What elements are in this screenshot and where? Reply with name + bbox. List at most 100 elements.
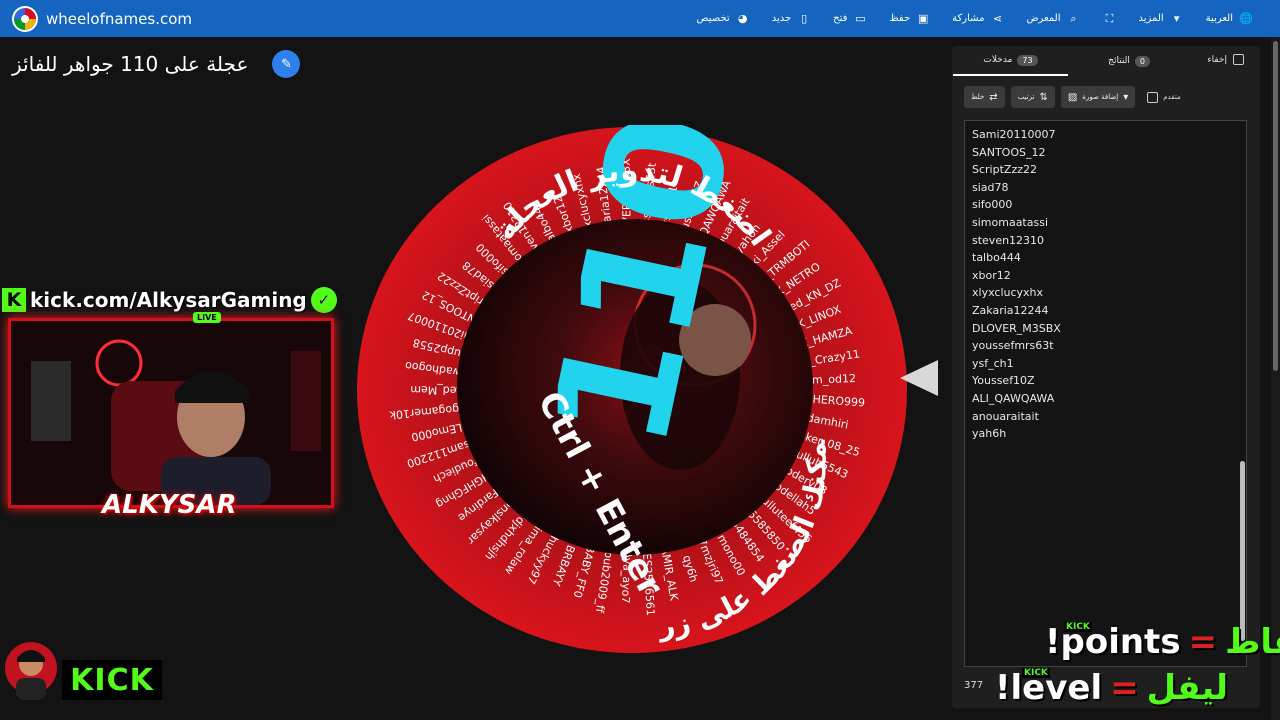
nav-label: العربية: [1205, 13, 1233, 24]
entries-textarea[interactable]: Sami20110007 SANTOOS_12 ScriptZzz22 siad78 s…: [964, 120, 1247, 667]
tab-label: النتائج: [1108, 56, 1130, 66]
tab-results[interactable]: 0 النتائج: [1098, 46, 1160, 76]
equals-sign: =: [1188, 622, 1218, 662]
entry-item: Zakaria12244: [972, 303, 1049, 317]
wheel-entry-label: Red_Mem: [410, 383, 464, 397]
new-file-icon: ▯: [801, 12, 808, 25]
points-command-ar: نقاط: [1225, 622, 1280, 662]
nav-new[interactable]: ▯ جديد: [761, 12, 822, 25]
entry-item: yah6h: [972, 427, 1007, 441]
top-nav-bar: wheelofnames.com 🌐 العربية ▾ المزيد ⛶ ⌕ الم…: [0, 0, 1280, 37]
version-text: 377: [964, 680, 984, 691]
entries-list: Sami20110007 SANTOOS_12 ScriptZzz22 siad78 s…: [972, 126, 1239, 443]
streamer-name: ALKYSAR: [102, 490, 237, 520]
kick-k-icon: K: [2, 288, 26, 312]
edit-title-button[interactable]: ✎: [272, 50, 301, 78]
site-name: wheelofnames.com: [46, 9, 193, 28]
entry-item: talbo444: [972, 251, 1021, 265]
add-image-button[interactable]: ▾ إضافة صورة ▨: [1060, 86, 1136, 108]
entry-item: DLOVER_M3SBX: [972, 321, 1061, 335]
wheel[interactable]: Sami20110007 SANTOOS_12 ScriptZzz22 siad78 s…: [344, 96, 910, 655]
entry-item: Youssef10Z: [972, 374, 1035, 388]
shuffle-icon: ⇄: [989, 91, 998, 103]
page-title: عجلة على 110 جواهر للفائز: [12, 52, 249, 76]
advanced-label: متقدم: [1163, 93, 1181, 101]
palette-icon: ◕: [737, 12, 748, 25]
webcam-scene: [11, 321, 331, 505]
nav-gallery[interactable]: ⌕ المعرض: [1015, 12, 1091, 26]
entries-scrollbar[interactable]: [1239, 125, 1245, 641]
advanced-checkbox[interactable]: [1147, 91, 1159, 103]
mini-kick-badge: KICK: [1022, 668, 1050, 678]
shuffle-label: خلط: [971, 93, 985, 101]
caret-down-icon: ▾: [1173, 12, 1180, 25]
kick-url-text: kick.com/AlkysarGaming: [30, 288, 307, 312]
nav-label: حفظ: [889, 13, 911, 24]
sort-label: ترتيب: [1017, 93, 1035, 101]
nav-share[interactable]: ⋖ مشاركة: [941, 12, 1015, 25]
entries-toolbar: ⇄ خلط ⇅ ترتيب ▾ إضافة صورة ▨ متقدم: [964, 86, 1181, 108]
nav-fullscreen[interactable]: ⛶: [1092, 12, 1128, 26]
nav-customize[interactable]: ◕ تخصيص: [686, 12, 761, 25]
wheel-pointer-icon: [900, 360, 938, 396]
live-badge: LIVE: [193, 312, 221, 323]
caret-down-icon: ▾: [1123, 91, 1129, 103]
pencil-icon: ✎: [280, 56, 292, 72]
nav-label: المعرض: [1026, 13, 1061, 24]
shuffle-button[interactable]: ⇄ خلط: [964, 86, 1005, 108]
nav-more[interactable]: ▾ المزيد: [1128, 12, 1195, 25]
sort-button[interactable]: ⇅ ترتيب: [1010, 86, 1055, 108]
equals-sign: =: [1110, 668, 1139, 708]
verified-icon: ✓: [310, 287, 337, 313]
webcam-frame: [8, 318, 334, 508]
nav-label: المزيد: [1138, 13, 1164, 24]
page-scrollbar[interactable]: [1271, 37, 1280, 720]
entry-item: ysf_ch1: [972, 356, 1014, 370]
tab-label: مدخلات: [983, 55, 1013, 65]
nav-label: مشاركة: [952, 13, 985, 24]
entry-item: Sami20110007: [972, 128, 1056, 141]
page-scroll-thumb[interactable]: [1273, 41, 1278, 371]
hide-toggle[interactable]: إخفاء: [1207, 54, 1244, 65]
nav-label: تخصيص: [696, 13, 730, 24]
kick-logo: KICK: [62, 660, 162, 700]
entries-scroll-thumb[interactable]: [1240, 461, 1245, 641]
entry-item: youssefmrs63t: [972, 339, 1054, 353]
hide-label: إخفاء: [1207, 54, 1227, 65]
sort-icon: ⇅: [1039, 91, 1048, 103]
folder-icon: ▭: [855, 12, 866, 25]
panel-tabs: إخفاء 0 النتائج 73 مدخلات: [952, 46, 1260, 76]
entry-item: xlyxclucyxhx: [972, 286, 1044, 300]
wheel-logo-icon: [12, 5, 38, 32]
mini-kick-badge: KICK: [1064, 622, 1092, 632]
wheel-svg: Sami20110007SANTOOS_12ScriptZzz22siad78s…: [344, 96, 907, 653]
fullscreen-icon: ⛶: [1105, 11, 1114, 25]
hide-checkbox[interactable]: [1233, 54, 1244, 65]
title-row: عجلة على 110 جواهر للفائز ✎: [12, 50, 301, 78]
nav-open[interactable]: ▭ فتح: [822, 12, 878, 25]
save-icon: ▣: [917, 12, 929, 25]
entries-panel: إخفاء 0 النتائج 73 مدخلات ⇄ خلط ⇅ ترتيب ▾ إ…: [952, 46, 1260, 708]
image-icon: ▨: [1067, 91, 1078, 103]
streamer-avatar: [4, 638, 58, 700]
entry-item: ScriptZzz22: [972, 163, 1037, 177]
brand[interactable]: wheelofnames.com: [12, 5, 193, 32]
results-count-badge: 0: [1134, 55, 1150, 67]
advanced-toggle[interactable]: متقدم: [1147, 91, 1181, 103]
entry-item: sifo000: [972, 198, 1013, 212]
kick-url-overlay: K kick.com/AlkysarGaming ✓: [2, 286, 350, 314]
nav-label: فتح: [833, 13, 848, 24]
add-image-label: إضافة صورة: [1082, 93, 1119, 101]
nav-save[interactable]: ▣ حفظ: [878, 12, 941, 25]
search-icon: ⌕: [1070, 11, 1077, 25]
nav-language[interactable]: 🌐 العربية: [1195, 12, 1264, 25]
entry-item: ALI_QAWQAWA: [972, 391, 1055, 405]
nav-label: جديد: [771, 13, 792, 24]
entry-item: steven12310: [972, 233, 1045, 247]
entry-item: xbor12: [972, 268, 1011, 282]
entry-item: simomaatassi: [972, 215, 1049, 229]
tab-entries[interactable]: 73 مدخلات: [953, 46, 1068, 76]
nav-menu: 🌐 العربية ▾ المزيد ⛶ ⌕ المعرض ⋖ مشاركة ▣ حفظ …: [686, 0, 1264, 37]
level-command-ar: ليفل: [1146, 668, 1229, 708]
share-icon: ⋖: [992, 12, 1003, 25]
